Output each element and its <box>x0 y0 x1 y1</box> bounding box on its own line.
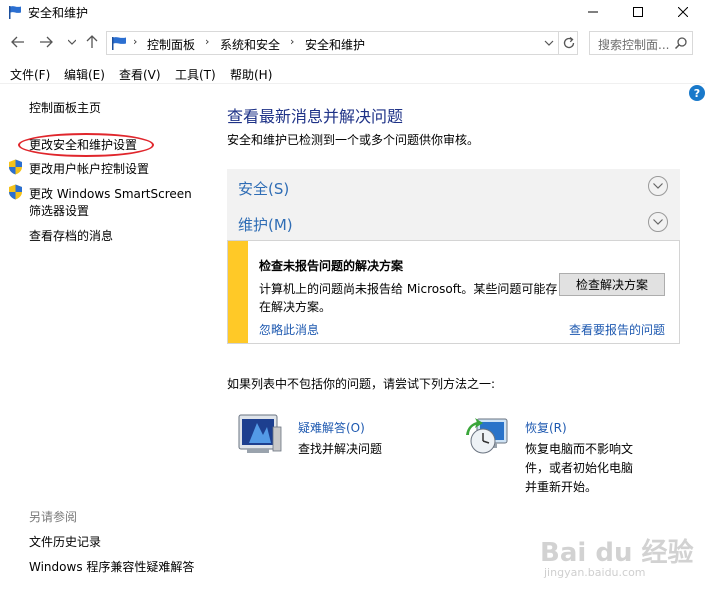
search-box[interactable]: 搜索控制面... <box>589 31 693 55</box>
menu-view[interactable]: 查看(V) <box>119 66 161 83</box>
uac-shield-icon <box>9 159 22 175</box>
alert-title: 检查未报告问题的解决方案 <box>259 259 404 273</box>
arrow-left-icon <box>11 36 24 48</box>
search-input[interactable]: 搜索控制面... <box>598 36 669 53</box>
troubleshooting-link[interactable]: 疑难解答(O) <box>298 419 365 436</box>
file-history-link[interactable]: 文件历史记录 <box>29 533 101 550</box>
menu-file[interactable]: 文件(F) <box>10 66 50 83</box>
flag-icon <box>112 37 126 50</box>
help-icon[interactable]: ? <box>689 85 705 101</box>
search-icon[interactable] <box>674 36 688 50</box>
back-button[interactable] <box>10 34 26 50</box>
check-solutions-button[interactable]: 检查解决方案 <box>559 273 665 296</box>
maintenance-alert: 检查未报告问题的解决方案 计算机上的问题尚未报告给 Microsoft。某些问题… <box>227 240 680 344</box>
uac-shield-icon <box>9 184 22 200</box>
view-archived-messages-link[interactable]: 查看存档的消息 <box>29 227 113 244</box>
recovery-desc: 恢复电脑而不影响文件，或者初始化电脑并重新开始。 <box>525 442 634 494</box>
breadcrumb-separator-icon: › <box>205 35 210 48</box>
arrow-right-icon <box>40 36 53 48</box>
control-panel-home-link[interactable]: 控制面板主页 <box>29 99 101 116</box>
forward-button[interactable] <box>38 34 54 50</box>
breadcrumb-separator-icon: › <box>133 35 138 48</box>
close-button[interactable] <box>660 0 705 24</box>
recovery-link[interactable]: 恢复(R) <box>525 419 567 436</box>
watermark-text: Bai du 经验 <box>540 538 694 568</box>
breadcrumb-control-panel[interactable]: 控制面板 <box>147 36 195 53</box>
minimize-icon <box>587 11 598 13</box>
alert-accent-bar <box>228 241 248 343</box>
menu-tools[interactable]: 工具(T) <box>175 66 216 83</box>
flag-icon <box>9 6 21 19</box>
menu-edit[interactable]: 编辑(E) <box>64 66 105 83</box>
troubleshooting-desc: 查找并解决问题 <box>298 442 383 456</box>
compatibility-troubleshooter-link[interactable]: Windows 程序兼容性疑难解答 <box>29 558 194 575</box>
change-smartscreen-link-line2[interactable]: 筛选器设置 <box>29 202 89 219</box>
expand-chevron-icon[interactable] <box>648 212 668 232</box>
page-title: 查看最新消息并解决问题 <box>227 107 404 126</box>
ignore-message-link[interactable]: 忽略此消息 <box>259 321 319 338</box>
see-also-heading: 另请参阅 <box>29 510 78 524</box>
arrow-up-icon <box>86 35 98 48</box>
watermark-url: jingyan.baidu.com <box>544 566 646 579</box>
recent-locations-button[interactable] <box>64 34 80 50</box>
divider <box>558 32 559 54</box>
security-section-label: 安全(S) <box>238 180 290 198</box>
recovery-icon[interactable] <box>463 413 511 457</box>
maintenance-section-header[interactable]: 维护(M) <box>227 205 680 241</box>
menu-bar: 文件(F) 编辑(E) 查看(V) 工具(T) 帮助(H) <box>0 62 705 84</box>
breadcrumb-security-maintenance[interactable]: 安全和维护 <box>305 36 365 53</box>
chevron-down-icon <box>68 39 76 45</box>
chevron-down-icon[interactable] <box>541 35 557 51</box>
maximize-button[interactable] <box>615 0 660 24</box>
navigation-bar: › 控制面板 › 系统和安全 › 安全和维护 搜索控制面... <box>0 28 705 58</box>
minimize-button[interactable] <box>570 0 615 24</box>
view-problems-to-report-link[interactable]: 查看要报告的问题 <box>569 321 665 338</box>
highlight-ellipse <box>18 133 154 157</box>
maintenance-section-label: 维护(M) <box>238 216 293 234</box>
window-title: 安全和维护 <box>28 6 89 20</box>
title-bar: 安全和维护 <box>0 0 705 24</box>
refresh-icon[interactable] <box>561 35 577 51</box>
change-uac-settings-link[interactable]: 更改用户帐户控制设置 <box>29 160 149 177</box>
change-smartscreen-link[interactable]: 更改 Windows SmartScreen <box>29 185 192 202</box>
page-subtitle: 安全和维护已检测到一个或多个问题供你审核。 <box>227 133 480 147</box>
alternatives-hint: 如果列表中不包括你的问题，请尝试下列方法之一: <box>227 377 496 391</box>
breadcrumb-system-security[interactable]: 系统和安全 <box>220 36 280 53</box>
breadcrumb-separator-icon: › <box>290 35 295 48</box>
maximize-icon <box>632 7 643 17</box>
up-button[interactable] <box>84 34 100 50</box>
alert-body: 计算机上的问题尚未报告给 Microsoft。某些问题可能存在解决方案。 <box>259 282 558 314</box>
security-section-header[interactable]: 安全(S) <box>227 169 680 205</box>
close-icon <box>677 7 688 17</box>
menu-help[interactable]: 帮助(H) <box>230 66 272 83</box>
baidu-watermark: Bai du 经验 jingyan.baidu.com <box>538 530 698 585</box>
expand-chevron-icon[interactable] <box>648 176 668 196</box>
troubleshooting-icon[interactable] <box>237 413 285 457</box>
address-bar[interactable]: › 控制面板 › 系统和安全 › 安全和维护 <box>106 31 578 55</box>
